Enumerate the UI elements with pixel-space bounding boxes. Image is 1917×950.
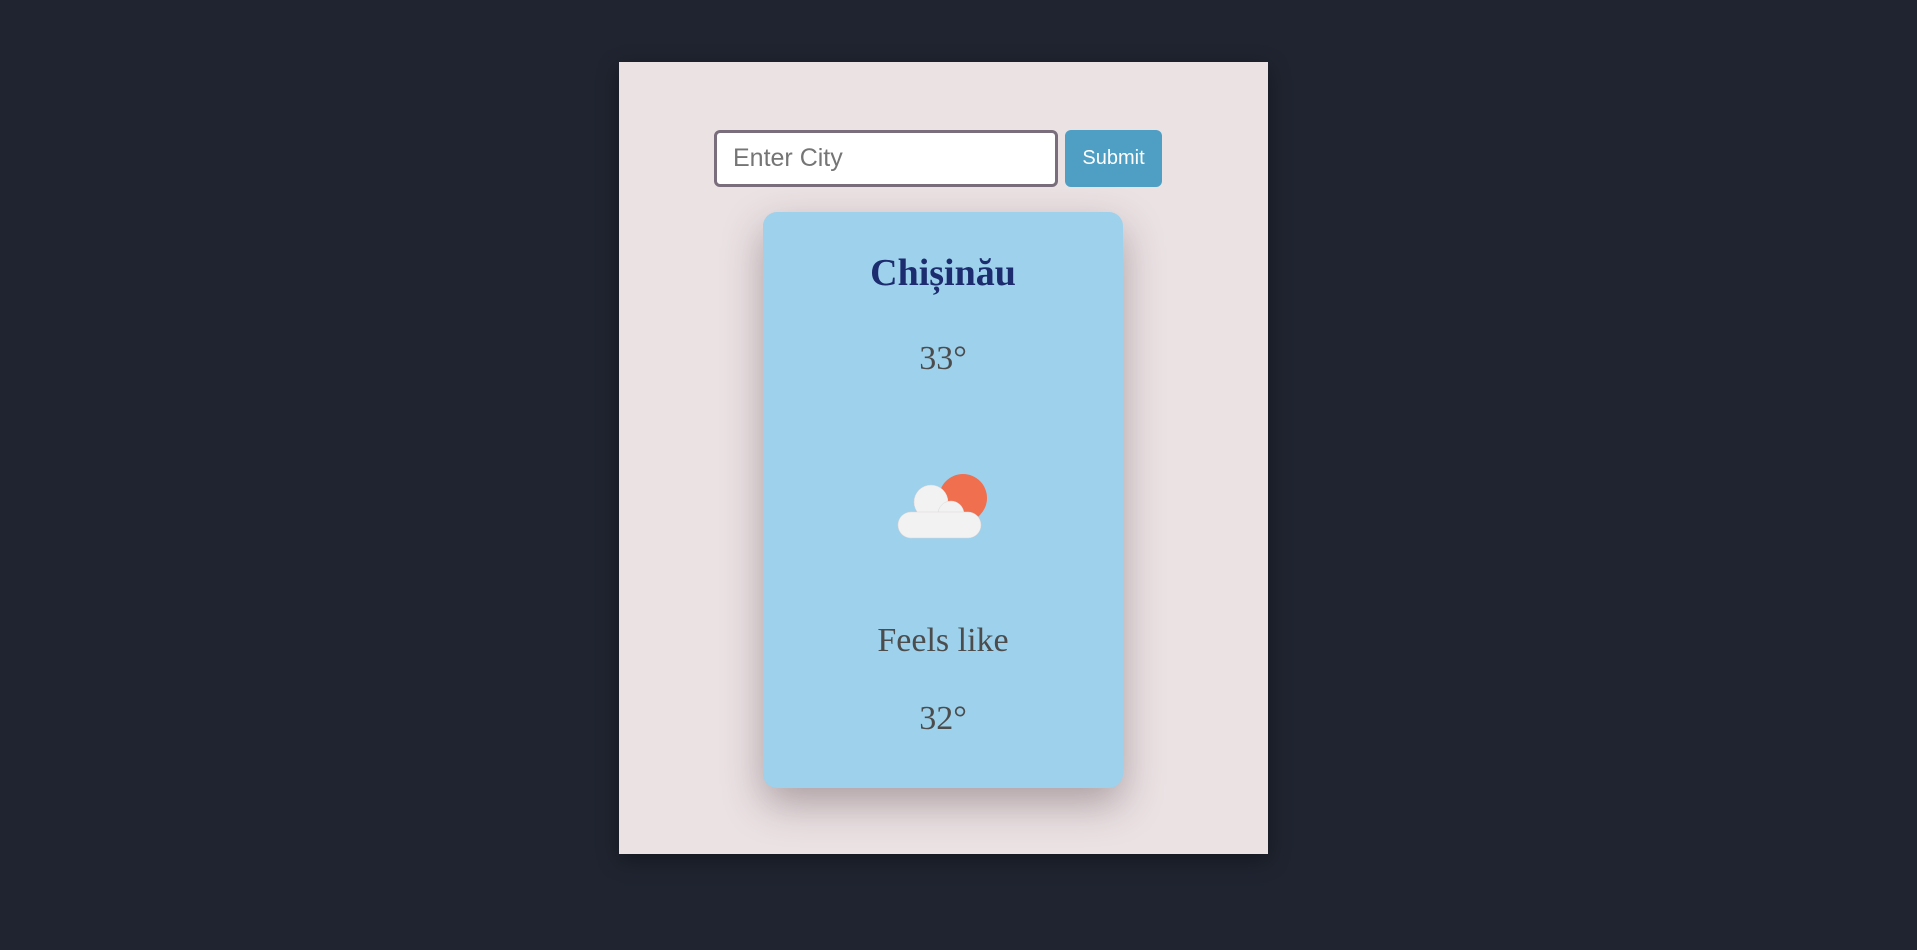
app-panel: Submit Chișinău 33° Feels like 32° xyxy=(619,62,1268,854)
partly-cloudy-icon xyxy=(897,474,987,539)
feels-like-label: Feels like xyxy=(877,622,1009,659)
feels-like-temperature: 32° xyxy=(919,700,967,737)
current-temperature: 33° xyxy=(919,340,967,377)
search-form: Submit xyxy=(714,130,1162,187)
submit-button[interactable]: Submit xyxy=(1065,130,1162,187)
weather-card: Chișinău 33° Feels like 32° xyxy=(763,212,1123,788)
city-search-input[interactable] xyxy=(714,130,1058,187)
city-name: Chișinău xyxy=(870,252,1016,294)
